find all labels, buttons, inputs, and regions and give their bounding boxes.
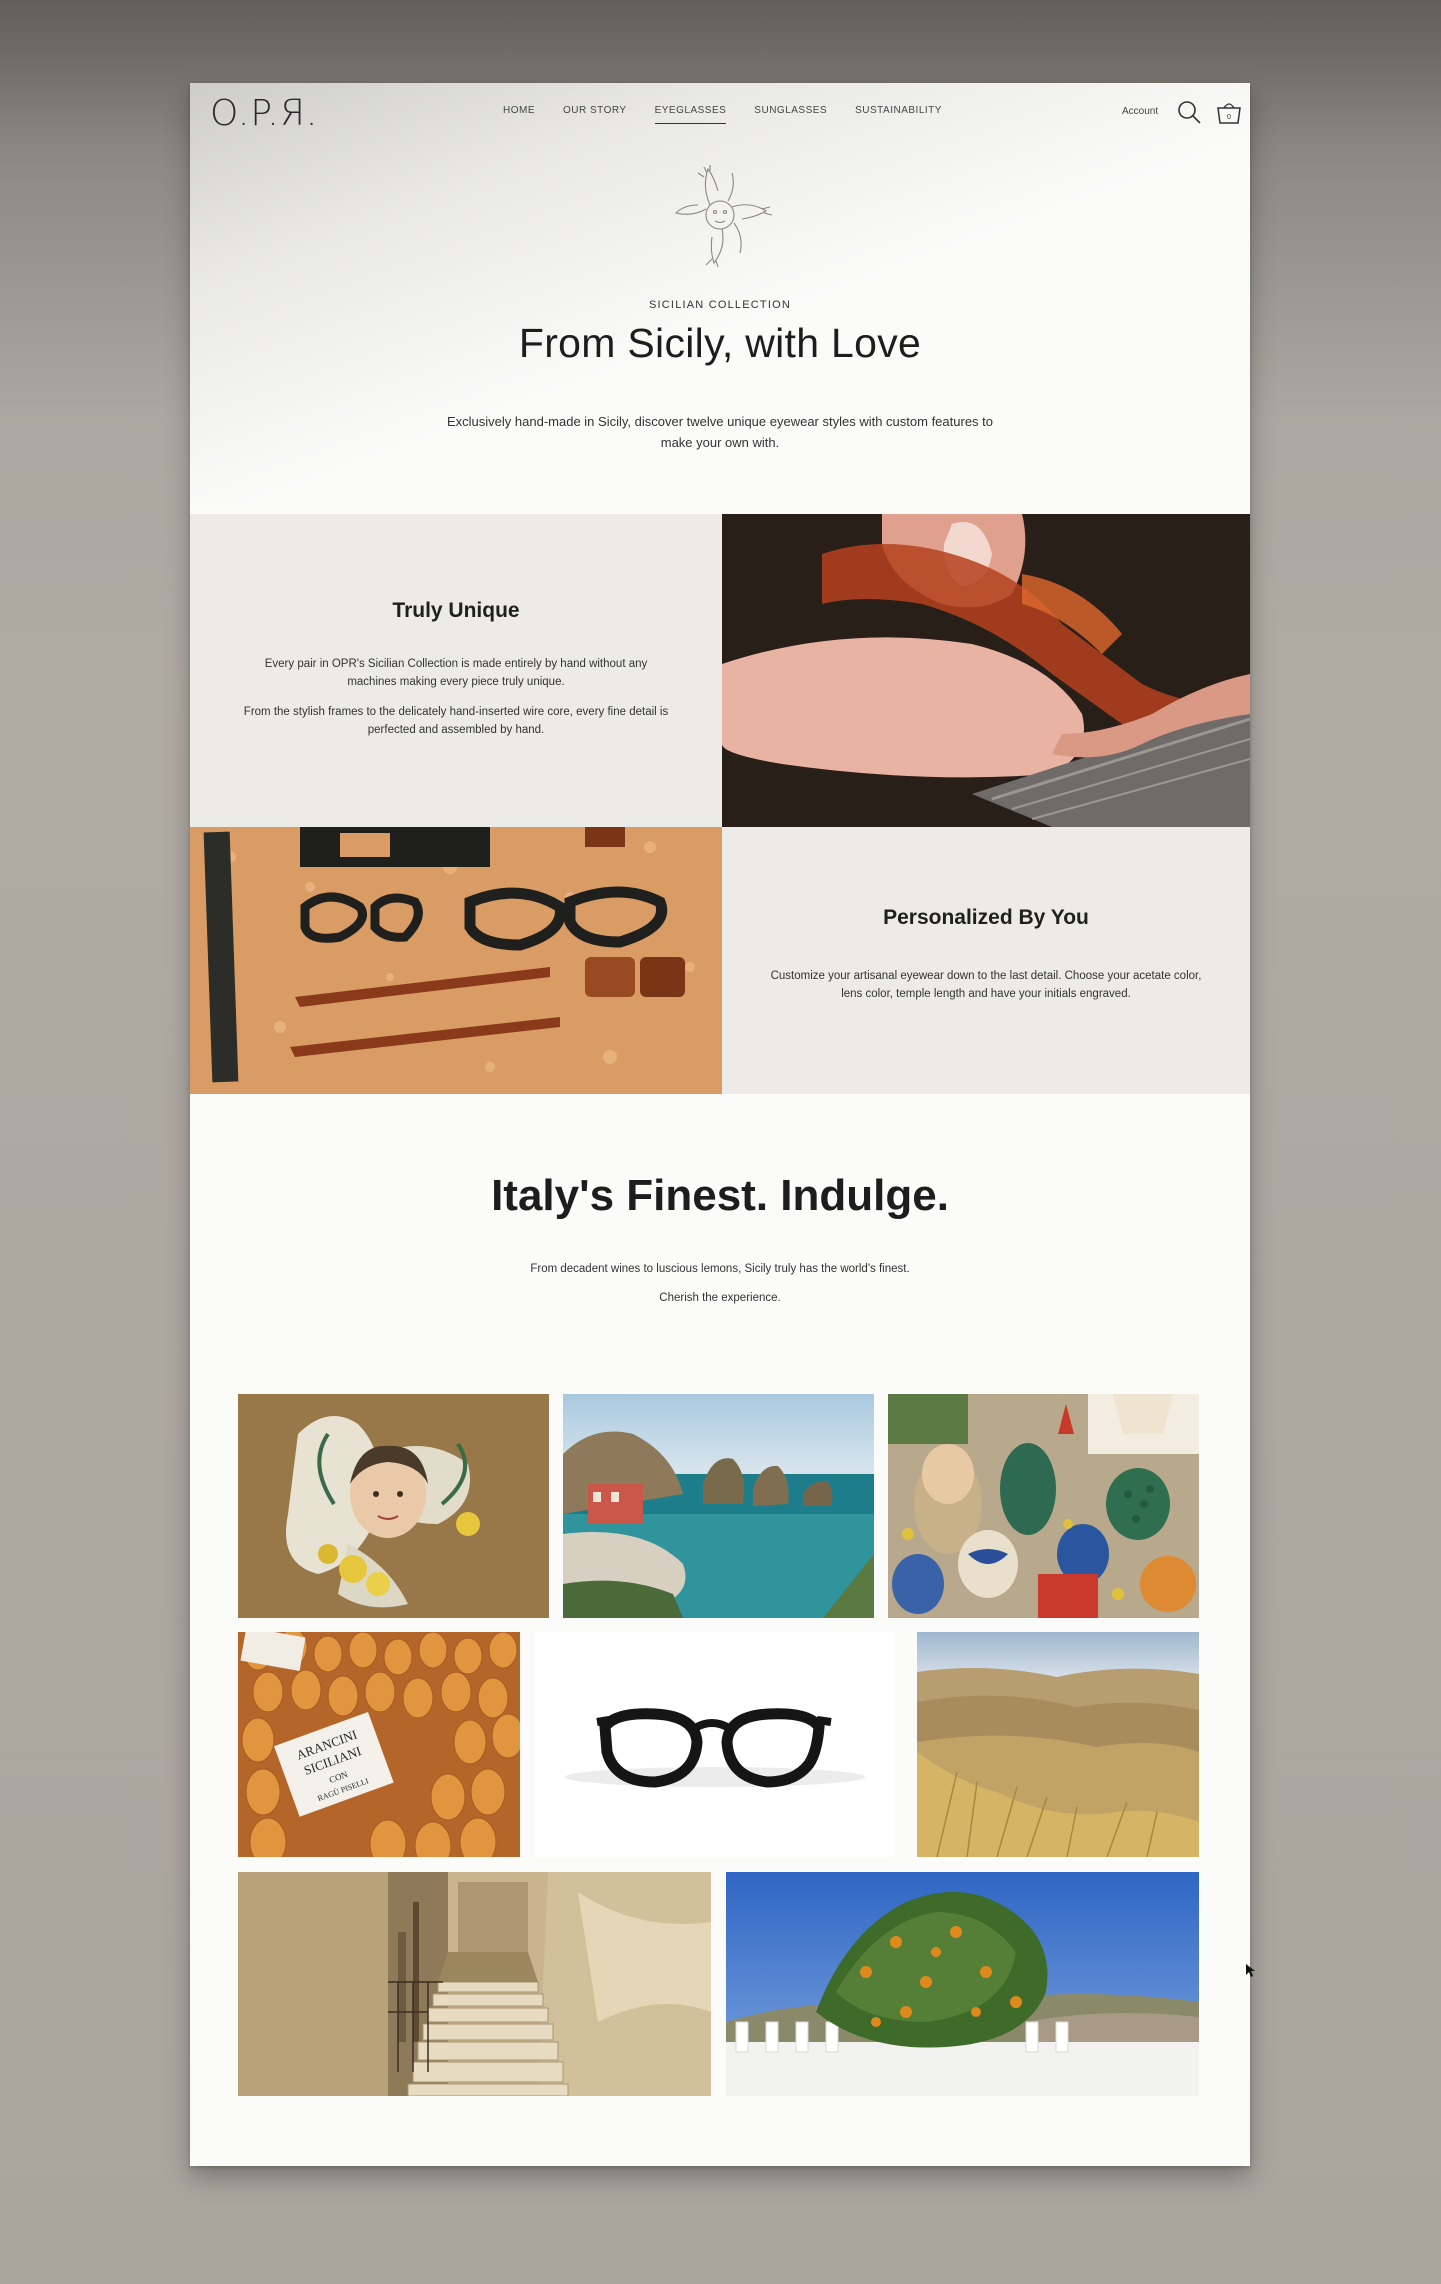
handcraft-photo bbox=[722, 514, 1250, 827]
gallery-sicily-coast bbox=[563, 1394, 874, 1618]
main-nav: HOME OUR STORY EYEGLASSES SUNGLASSES SUS… bbox=[503, 105, 970, 124]
truly-unique-title: Truly Unique bbox=[392, 599, 520, 622]
truly-unique-text-2: From the stylish frames to the delicatel… bbox=[243, 706, 669, 736]
gallery-wheat-fields bbox=[917, 1632, 1199, 1857]
site-header: O.P.Я. HOME OUR STORY EYEGLASSES SUNGLAS… bbox=[190, 83, 1250, 145]
hero-eyebrow: SICILIAN COLLECTION bbox=[649, 299, 791, 311]
mouse-cursor-icon bbox=[1246, 1964, 1255, 1977]
website-page: O.P.Я. HOME OUR STORY EYEGLASSES SUNGLAS… bbox=[190, 83, 1250, 2166]
indulge-text-1: From decadent wines to luscious lemons, … bbox=[530, 1263, 910, 1275]
brand-logo[interactable]: O.P.Я. bbox=[210, 93, 318, 134]
hero-description: Exclusively hand-made in Sicily, discove… bbox=[447, 414, 993, 450]
gallery-eyeglasses-product[interactable] bbox=[535, 1632, 893, 1857]
indulge-title: Italy's Finest. Indulge. bbox=[491, 1171, 949, 1220]
account-link[interactable]: Account bbox=[1122, 106, 1158, 117]
nav-item-sunglasses[interactable]: SUNGLASSES bbox=[754, 105, 827, 124]
gallery-stone-stairway bbox=[238, 1872, 711, 2096]
nav-item-home[interactable]: HOME bbox=[503, 105, 535, 124]
search-icon[interactable] bbox=[1176, 99, 1202, 125]
personalized-panel: Personalized By You Customize your artis… bbox=[722, 827, 1250, 1094]
truly-unique-text-1: Every pair in OPR's Sicilian Collection … bbox=[264, 658, 648, 688]
indulge-text-2: Cherish the experience. bbox=[659, 1292, 781, 1304]
cart-icon[interactable]: 0 bbox=[1214, 97, 1244, 127]
nav-item-sustainability[interactable]: SUSTAINABILITY bbox=[855, 105, 942, 124]
gallery-citrus-tree bbox=[726, 1872, 1199, 2096]
gallery-arancini: ARANCINI SICILIANI CON RAGÙ PISELLI bbox=[238, 1632, 520, 1857]
gallery-trinacria-ceramic bbox=[238, 1394, 549, 1618]
trinacria-emblem-icon bbox=[674, 165, 773, 268]
truly-unique-panel: Truly Unique Every pair in OPR's Sicilia… bbox=[190, 514, 722, 827]
frame-parts-photo bbox=[190, 827, 722, 1094]
nav-item-eyeglasses[interactable]: EYEGLASSES bbox=[654, 105, 727, 124]
cart-count: 0 bbox=[1227, 114, 1231, 121]
personalized-title: Personalized By You bbox=[883, 906, 1089, 929]
gallery-sicilian-ceramics bbox=[888, 1394, 1199, 1618]
hero-title: From Sicily, with Love bbox=[518, 320, 922, 366]
personalized-text: Customize your artisanal eyewear down to… bbox=[770, 970, 1202, 1000]
nav-item-our-story[interactable]: OUR STORY bbox=[563, 105, 627, 124]
